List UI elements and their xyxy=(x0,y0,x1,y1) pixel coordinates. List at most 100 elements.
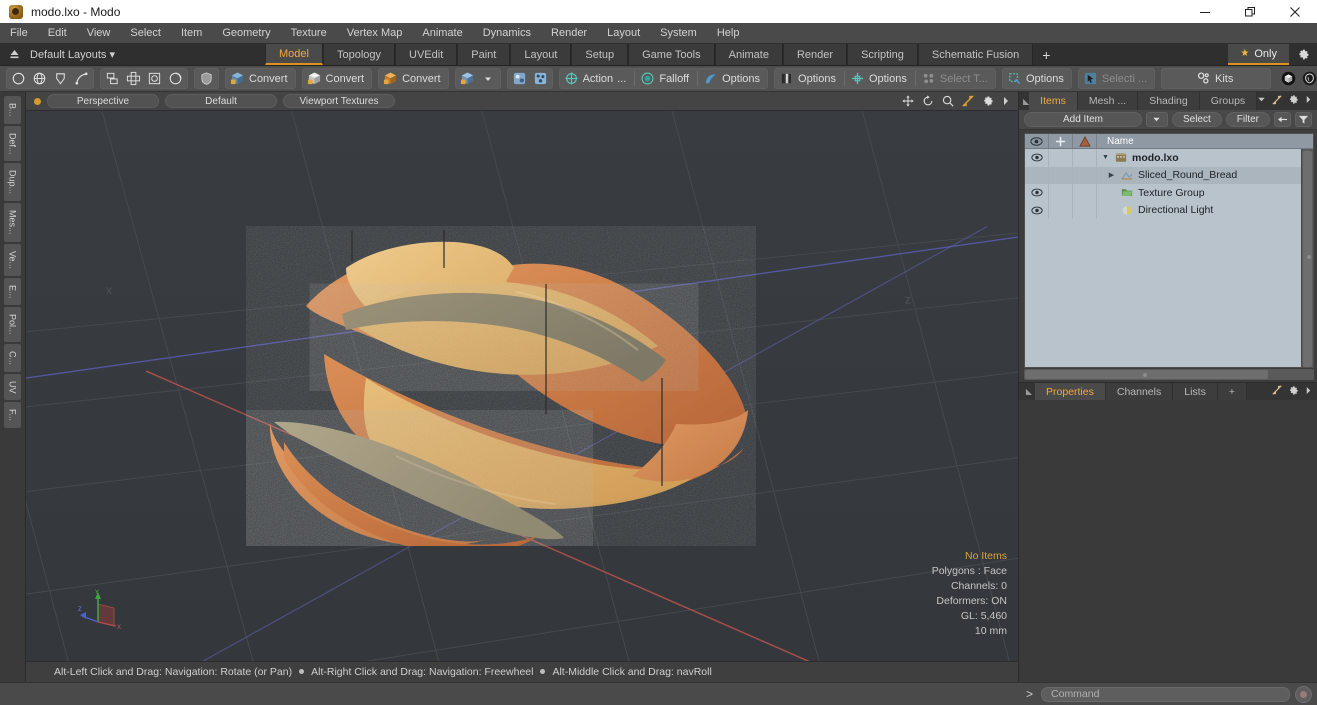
row-name-cell[interactable]: Directional Light xyxy=(1097,202,1313,220)
texture-icon[interactable] xyxy=(530,69,551,88)
select-button[interactable]: Select xyxy=(1171,112,1222,127)
bevel-icon[interactable] xyxy=(144,69,165,88)
menu-geometry[interactable]: Geometry xyxy=(212,23,280,44)
convert-blue-button[interactable]: Convert xyxy=(227,69,294,88)
viewport-menu-dot-icon[interactable] xyxy=(34,97,41,105)
tab-mesh-ops[interactable]: Mesh ... xyxy=(1077,92,1139,110)
chevron-right-icon[interactable] xyxy=(1305,386,1312,398)
menu-system[interactable]: System xyxy=(650,23,707,44)
vtab-polygon[interactable]: Pol... xyxy=(4,307,21,342)
kits-button[interactable]: Kits xyxy=(1163,69,1269,88)
properties-panel-menu-icon[interactable]: ◣ xyxy=(1023,383,1035,400)
item-list-vertical-scrollbar[interactable] xyxy=(1301,149,1313,367)
menu-animate[interactable]: Animate xyxy=(412,23,472,44)
unreal-bridge-icon[interactable] xyxy=(1299,69,1317,88)
table-row[interactable]: ▼ modo.lxo xyxy=(1025,149,1313,167)
filter-button[interactable]: Filter xyxy=(1225,112,1270,127)
row-render-cell[interactable] xyxy=(1073,166,1097,184)
row-lock-cell[interactable] xyxy=(1049,149,1073,167)
scrollbar-thumb[interactable] xyxy=(1303,151,1312,367)
table-row[interactable]: ▶ Sliced_Round_Bread xyxy=(1025,166,1313,184)
globe-icon[interactable] xyxy=(29,69,50,88)
selection-button[interactable]: Selecti ... xyxy=(1080,69,1153,88)
vtab-mesh-edit[interactable]: Mes... xyxy=(4,203,21,242)
tab-paint[interactable]: Paint xyxy=(457,44,511,65)
gear-icon[interactable] xyxy=(982,95,994,107)
preset-browser-icon[interactable] xyxy=(1278,69,1299,88)
menu-vertex-map[interactable]: Vertex Map xyxy=(337,23,413,44)
snapping-options-button[interactable]: Options xyxy=(847,69,913,88)
gear-icon[interactable] xyxy=(1288,94,1299,108)
zoom-icon[interactable] xyxy=(942,95,954,107)
tab-channels[interactable]: Channels xyxy=(1105,383,1174,400)
tab-properties[interactable]: Properties xyxy=(1035,383,1106,400)
menu-texture[interactable]: Texture xyxy=(281,23,337,44)
vtab-basic[interactable]: B... xyxy=(4,96,21,124)
add-item-dropdown-icon[interactable] xyxy=(1145,112,1168,127)
row-render-cell[interactable] xyxy=(1073,184,1097,202)
layout-gear-icon[interactable] xyxy=(1289,44,1317,65)
paint-icon[interactable] xyxy=(509,69,530,88)
layout-up-arrow-icon[interactable] xyxy=(6,47,22,63)
expand-icon[interactable] xyxy=(1272,94,1282,108)
default-layouts-label[interactable]: Default Layouts ▾ xyxy=(30,48,115,61)
action-center-button[interactable]: Action ... xyxy=(561,69,633,88)
tab-lists[interactable]: Lists xyxy=(1173,383,1218,400)
tab-add[interactable]: + xyxy=(1217,383,1247,400)
vtab-uv[interactable]: UV xyxy=(4,373,21,401)
vtab-deform[interactable]: Def... xyxy=(4,125,21,162)
array-icon[interactable] xyxy=(123,69,144,88)
symmetry-options-button[interactable]: Options xyxy=(700,69,766,88)
tab-layout[interactable]: Layout xyxy=(510,44,572,65)
convert-orange-button[interactable]: Convert xyxy=(380,69,447,88)
select-through-button[interactable]: Select T... xyxy=(918,69,994,88)
eye-column-icon[interactable] xyxy=(1025,134,1049,148)
tab-shading[interactable]: Shading xyxy=(1138,92,1200,110)
vtab-vertex[interactable]: Ve... xyxy=(4,243,21,276)
viewport-shading-preset[interactable]: Default xyxy=(165,94,277,108)
menu-layout[interactable]: Layout xyxy=(597,23,650,44)
funnel-icon[interactable] xyxy=(1295,112,1312,127)
viewport-3d[interactable]: x z No Items Polygons: Face Channels: 0… xyxy=(26,111,1018,661)
chevron-down-icon[interactable] xyxy=(478,69,499,88)
radial-icon[interactable] xyxy=(165,69,186,88)
item-list[interactable]: Name ▼ modo.lxo ▶ Sliced_Round_Bread Tex… xyxy=(1024,133,1314,368)
tab-groups[interactable]: Groups xyxy=(1199,92,1258,110)
rotate-icon[interactable] xyxy=(922,95,934,107)
row-lock-cell[interactable] xyxy=(1049,166,1073,184)
axis-gizmo[interactable]: Y X Z xyxy=(78,586,128,636)
row-visibility-toggle[interactable] xyxy=(1025,149,1049,167)
tab-schematic-fusion[interactable]: Schematic Fusion xyxy=(917,44,1034,65)
element-options-button[interactable]: Options xyxy=(1004,69,1070,88)
menu-help[interactable]: Help xyxy=(707,23,750,44)
menu-file[interactable]: File xyxy=(0,23,38,44)
chevron-down-icon[interactable] xyxy=(1257,95,1266,107)
convert-white-button[interactable]: Convert xyxy=(304,69,371,88)
tab-game-tools[interactable]: Game Tools xyxy=(628,44,715,65)
vtab-duplicate[interactable]: Dup... xyxy=(4,163,21,202)
mirror-icon[interactable] xyxy=(102,69,123,88)
minimize-icon[interactable] xyxy=(1182,0,1227,23)
vtab-edge[interactable]: E... xyxy=(4,277,21,306)
twisty-open-icon[interactable]: ▼ xyxy=(1101,154,1110,161)
tab-items[interactable]: Items xyxy=(1029,92,1078,110)
menu-render[interactable]: Render xyxy=(541,23,597,44)
row-render-cell[interactable] xyxy=(1073,149,1097,167)
viewport-display-mode[interactable]: Viewport Textures xyxy=(283,94,395,108)
pan-icon[interactable] xyxy=(902,95,914,107)
add-tab-button[interactable]: + xyxy=(1033,44,1059,65)
shield-icon[interactable] xyxy=(196,69,217,88)
tab-topology[interactable]: Topology xyxy=(322,44,396,65)
curve-icon[interactable] xyxy=(71,69,92,88)
close-icon[interactable] xyxy=(1272,0,1317,23)
fit-icon[interactable] xyxy=(962,95,974,107)
row-visibility-toggle[interactable] xyxy=(1025,166,1049,184)
vtab-curve[interactable]: C... xyxy=(4,343,21,372)
restore-icon[interactable] xyxy=(1227,0,1272,23)
plus-column-icon[interactable] xyxy=(1049,134,1073,148)
tab-setup[interactable]: Setup xyxy=(571,44,629,65)
menu-item[interactable]: Item xyxy=(171,23,212,44)
chevron-right-icon[interactable] xyxy=(1305,95,1312,107)
row-name-cell[interactable]: ▼ modo.lxo xyxy=(1097,149,1313,167)
scrollbar-thumb[interactable] xyxy=(1025,370,1268,379)
